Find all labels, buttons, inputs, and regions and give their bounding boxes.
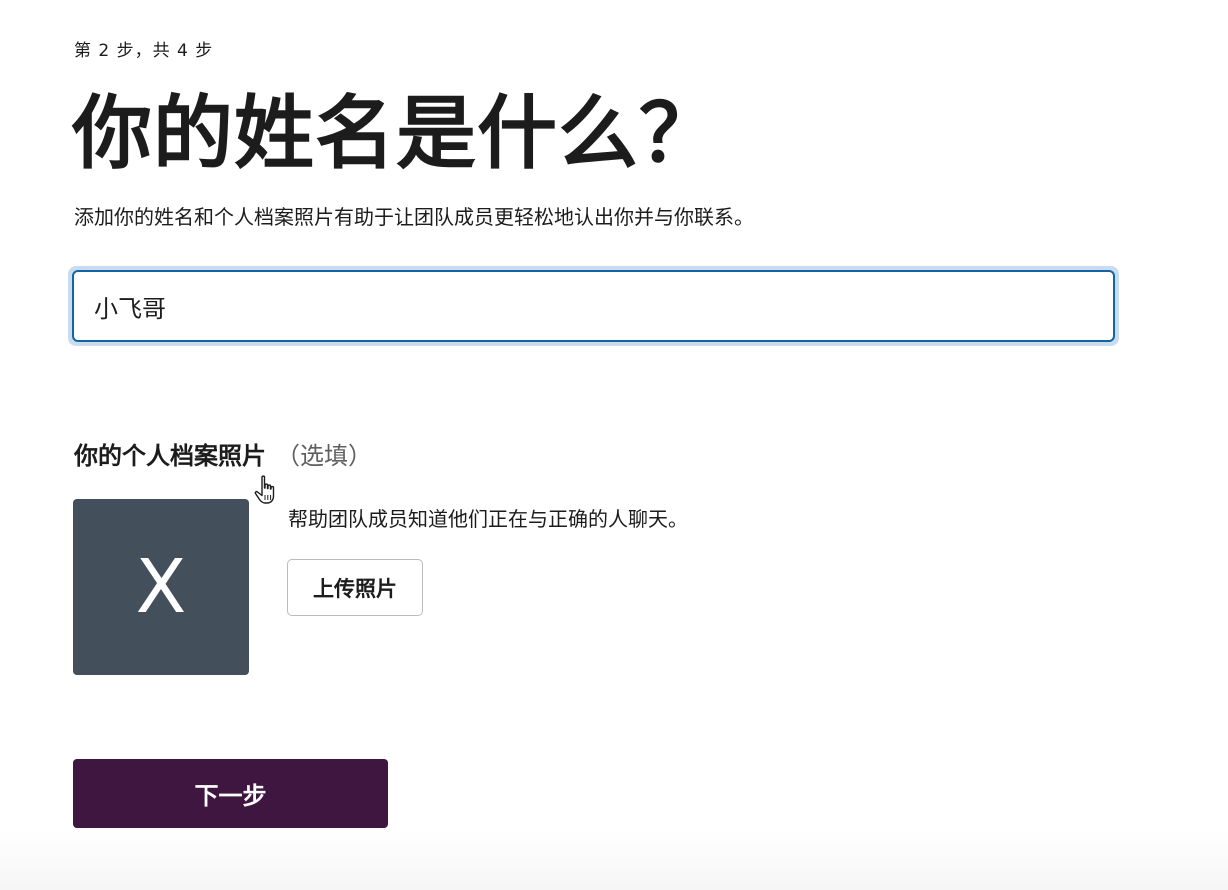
- avatar-placeholder: X: [73, 499, 249, 675]
- step-indicator: 第 2 步，共 4 步: [74, 41, 214, 61]
- page-title: 你的姓名是什么？: [72, 87, 720, 180]
- page-subtitle: 添加你的姓名和个人档案照片有助于让团队成员更轻松地认出你并与你联系。: [74, 205, 754, 229]
- name-input[interactable]: [72, 270, 1115, 342]
- optional-label: （选填）: [276, 442, 372, 470]
- name-field-focus-ring: [68, 266, 1119, 346]
- profile-photo-heading: 你的个人档案照片 （选填）: [74, 438, 372, 474]
- upload-photo-button[interactable]: 上传照片: [287, 559, 423, 616]
- onboarding-page: 第 2 步，共 4 步 你的姓名是什么？ 添加你的姓名和个人档案照片有助于让团队…: [0, 0, 1228, 890]
- next-step-button[interactable]: 下一步: [73, 759, 388, 828]
- profile-photo-help-text: 帮助团队成员知道他们正在与正确的人聊天。: [288, 507, 688, 531]
- profile-photo-heading-label: 你的个人档案照片: [74, 442, 266, 470]
- avatar-initial: X: [135, 544, 187, 630]
- hand-pointer-icon: [254, 475, 275, 504]
